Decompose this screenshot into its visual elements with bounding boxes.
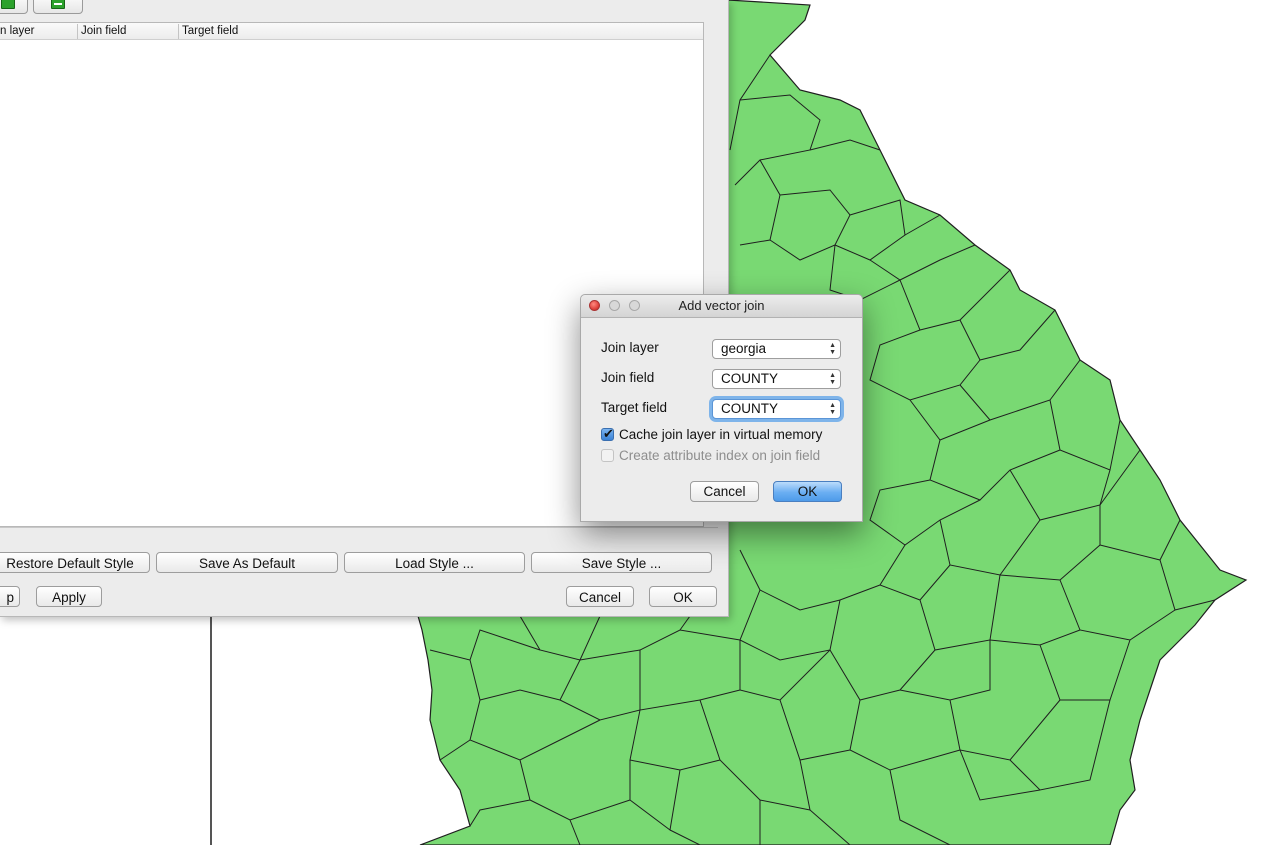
add-join-button[interactable] — [0, 0, 28, 14]
apply-button[interactable]: Apply — [36, 586, 102, 607]
close-icon[interactable] — [589, 300, 600, 311]
column-join-field[interactable]: Join field — [77, 24, 126, 39]
save-style-button[interactable]: Save Style ... — [531, 552, 712, 573]
separator-line — [0, 527, 718, 528]
target-field-select[interactable]: COUNTY ▲ ▼ — [712, 399, 841, 419]
target-field-value: COUNTY — [721, 401, 778, 416]
remove-join-button[interactable] — [33, 0, 83, 14]
chevron-updown-icon: ▲ ▼ — [829, 372, 836, 386]
load-style-button[interactable]: Load Style ... — [344, 552, 525, 573]
target-field-label: Target field — [601, 400, 668, 415]
dialog-ok-button[interactable]: OK — [773, 481, 842, 502]
panel-divider — [210, 615, 212, 845]
minimize-icon[interactable] — [609, 300, 620, 311]
joins-table-header: n layer Join field Target field — [0, 23, 703, 40]
chevron-updown-icon: ▲ ▼ — [829, 402, 836, 416]
ok-button[interactable]: OK — [649, 586, 717, 607]
attribute-index-label: Create attribute index on join field — [619, 448, 821, 463]
join-field-label: Join field — [601, 370, 655, 385]
cache-join-checkbox[interactable] — [601, 426, 614, 442]
join-field-value: COUNTY — [721, 371, 778, 386]
cache-join-label[interactable]: Cache join layer in virtual memory — [619, 427, 822, 442]
help-button[interactable]: p — [0, 586, 20, 607]
dialog-titlebar[interactable]: Add vector join — [581, 295, 862, 318]
dialog-cancel-button[interactable]: Cancel — [690, 481, 759, 502]
add-join-icon — [1, 0, 15, 9]
cancel-button[interactable]: Cancel — [566, 586, 634, 607]
attribute-index-checkbox — [601, 449, 614, 462]
save-as-default-button[interactable]: Save As Default — [156, 552, 338, 573]
zoom-icon[interactable] — [629, 300, 640, 311]
remove-join-icon — [51, 0, 65, 9]
restore-default-style-button[interactable]: Restore Default Style — [0, 552, 150, 573]
dialog-title: Add vector join — [678, 298, 765, 313]
chevron-updown-icon: ▲ ▼ — [829, 342, 836, 356]
join-layer-select[interactable]: georgia ▲ ▼ — [712, 339, 841, 359]
join-layer-value: georgia — [721, 341, 767, 356]
column-target-field[interactable]: Target field — [178, 24, 238, 39]
join-field-select[interactable]: COUNTY ▲ ▼ — [712, 369, 841, 389]
add-vector-join-dialog: Add vector join Join layer georgia ▲ ▼ Jo… — [580, 294, 863, 522]
join-layer-label: Join layer — [601, 340, 659, 355]
column-join-layer[interactable]: n layer — [0, 24, 35, 39]
